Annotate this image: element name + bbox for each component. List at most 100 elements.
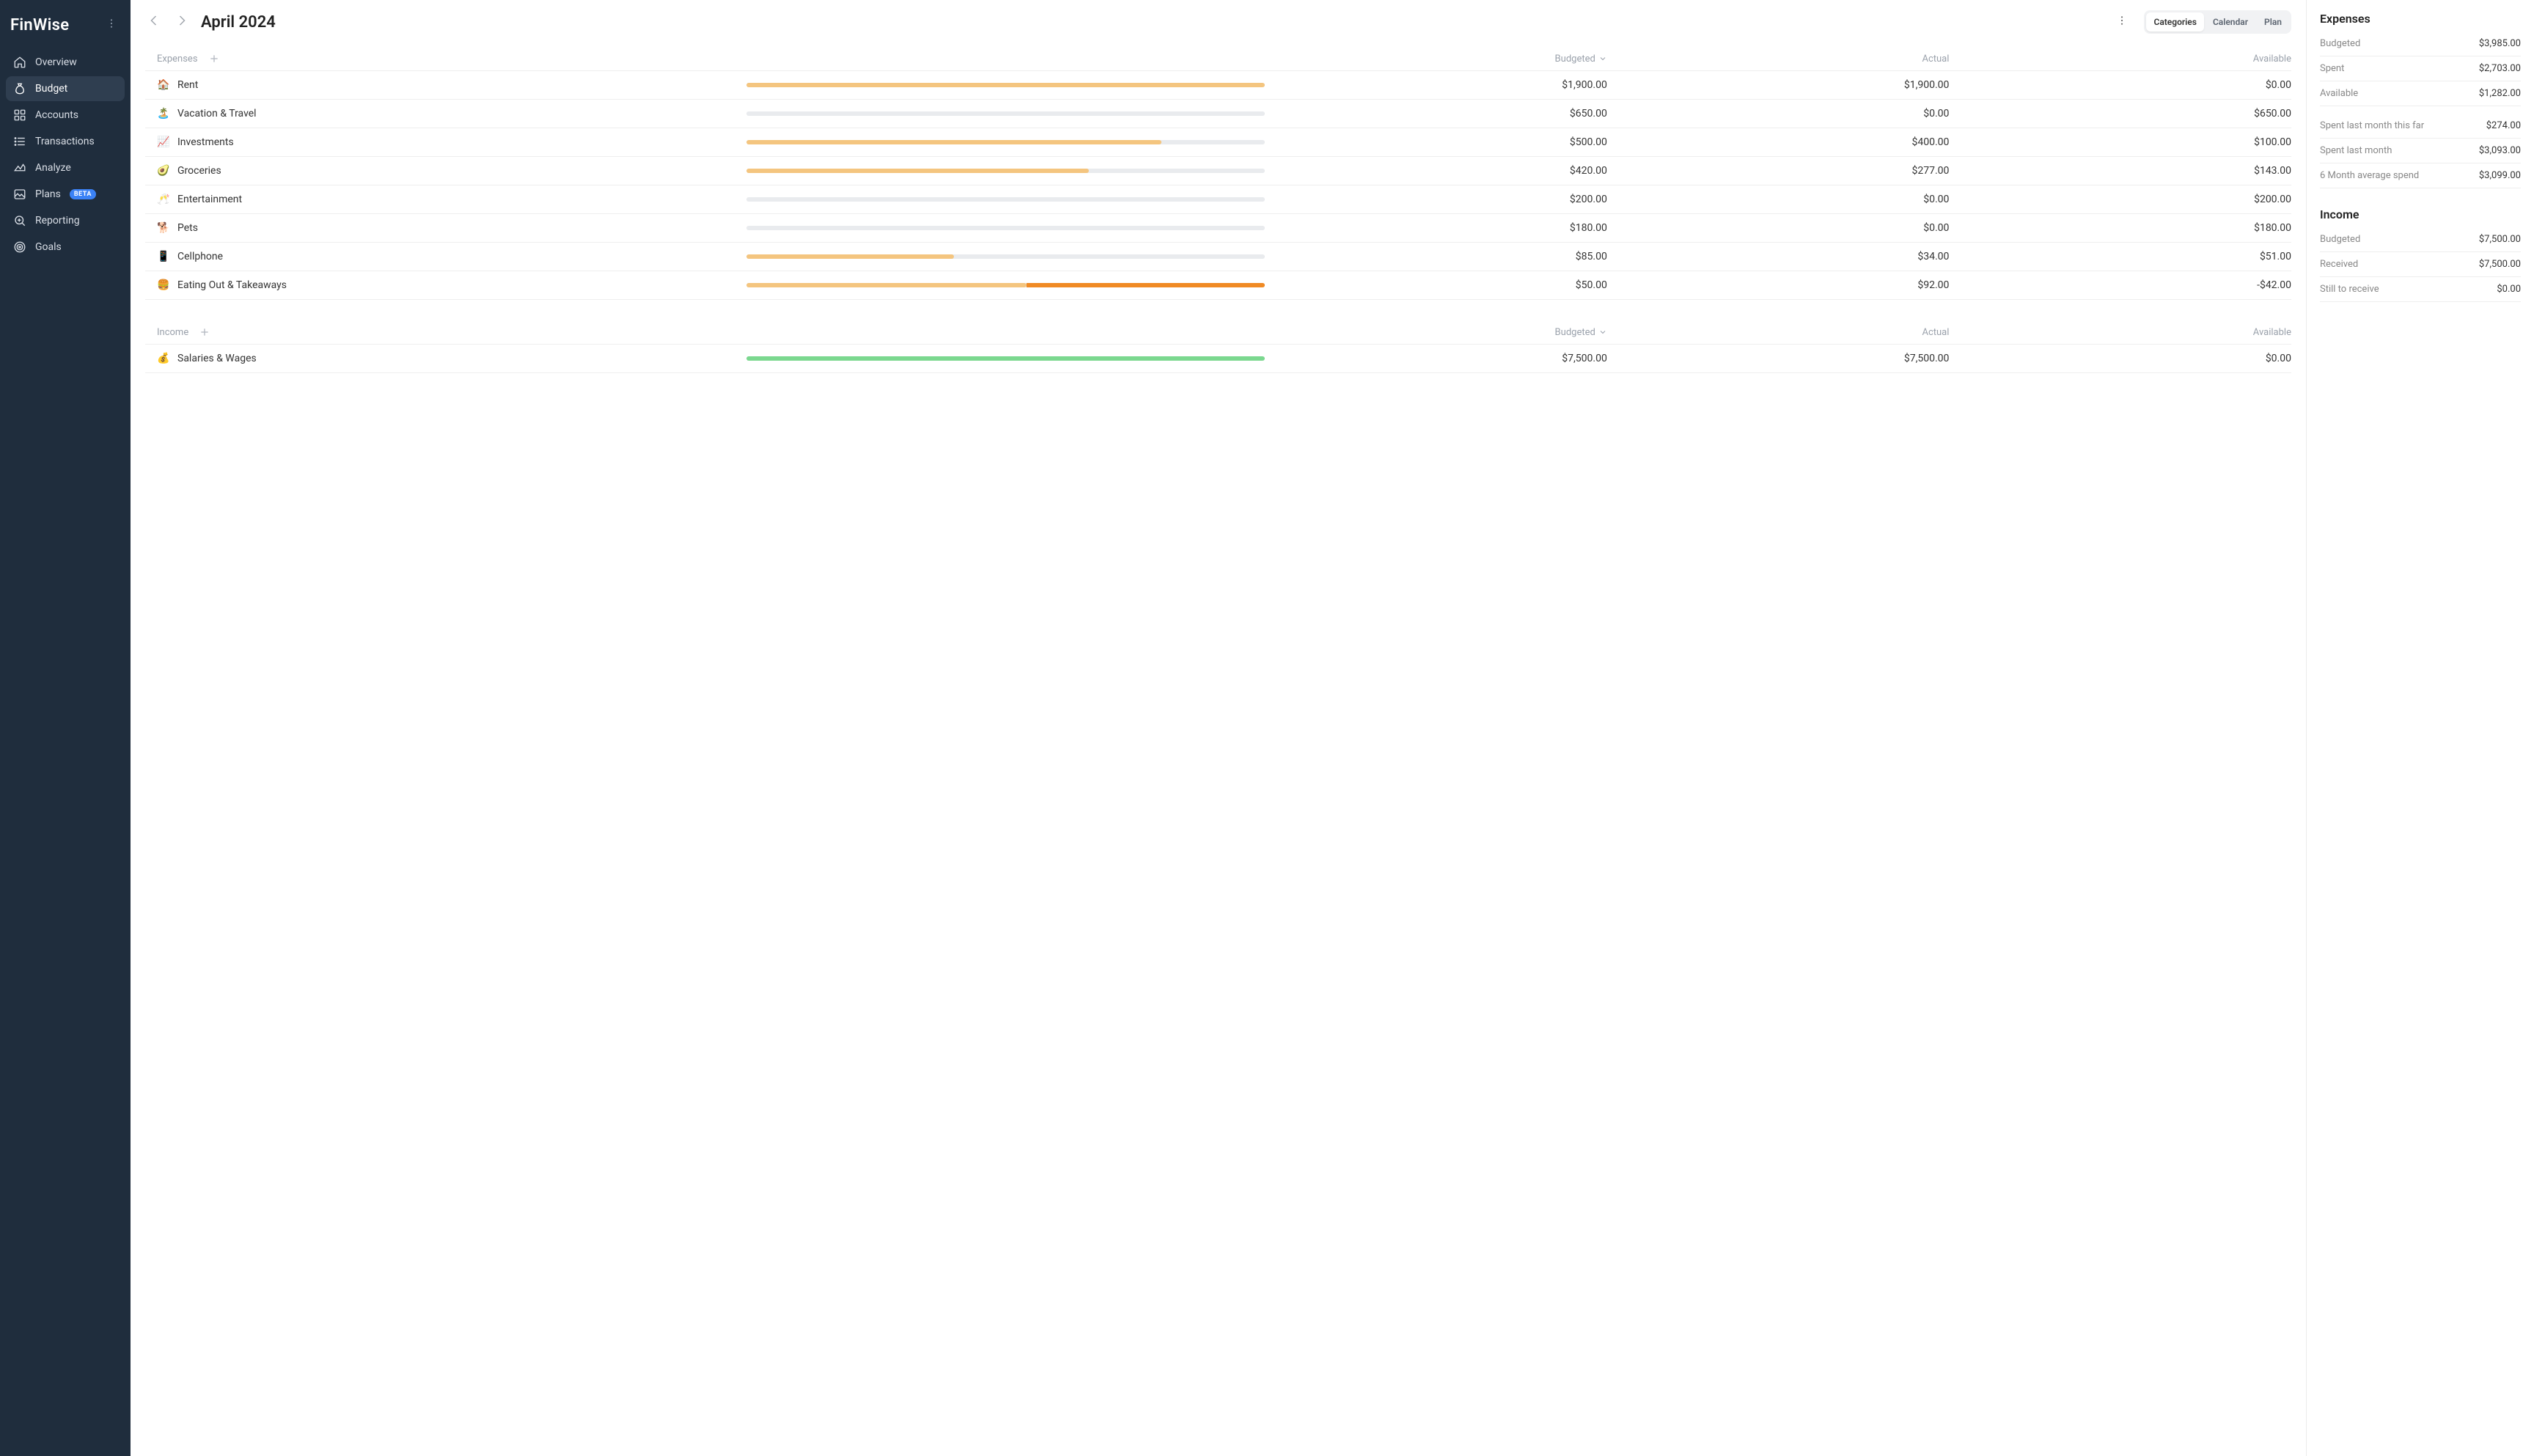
list-icon	[13, 135, 26, 148]
sidebar-item-label: Transactions	[35, 136, 95, 147]
summary-value: $3,093.00	[2479, 145, 2521, 156]
summary-label: Spent last month	[2320, 145, 2392, 156]
cell-actual: $400.00	[1616, 136, 1950, 148]
topbar-more-icon[interactable]	[2112, 10, 2132, 34]
cell-budgeted: $1,900.00	[1274, 79, 1607, 91]
summary-row: Available$1,282.00	[2320, 81, 2521, 106]
category-emoji-icon: 💰	[157, 353, 170, 364]
summary-label: Still to receive	[2320, 284, 2379, 295]
sidebar-item-goals[interactable]: Goals	[6, 235, 125, 260]
summary-value: $7,500.00	[2479, 234, 2521, 245]
summary-label: Available	[2320, 88, 2358, 99]
cell-budgeted: $7,500.00	[1274, 353, 1607, 364]
progress-bar	[746, 283, 1265, 287]
cell-available: $51.00	[1958, 251, 2291, 262]
progress-bar	[746, 140, 1265, 144]
category-row[interactable]: 🥑Groceries$420.00$277.00$143.00	[145, 156, 2291, 185]
summary-row: Spent last month this far$274.00	[2320, 114, 2521, 139]
summary-label: Received	[2320, 259, 2358, 270]
category-label: Investments	[177, 136, 234, 148]
summary-label: Spent	[2320, 63, 2344, 74]
category-row[interactable]: 🥂Entertainment$200.00$0.00$200.00	[145, 185, 2291, 213]
page-title: April 2024	[201, 13, 276, 32]
cell-available: $100.00	[1958, 136, 2291, 148]
sidebar-item-label: Reporting	[35, 215, 80, 227]
sidebar-item-label: Goals	[35, 241, 62, 253]
cell-actual: $7,500.00	[1616, 353, 1950, 364]
progress-bar	[746, 197, 1265, 202]
category-name: 📈Investments	[145, 136, 738, 148]
summary-row: Still to receive $0.00	[2320, 277, 2521, 302]
category-emoji-icon: 🥂	[157, 194, 170, 205]
summary-row: Spent$2,703.00	[2320, 56, 2521, 81]
month-next-button[interactable]	[172, 11, 191, 33]
tab-plan[interactable]: Plan	[2257, 12, 2289, 32]
progress-fill	[746, 283, 1027, 287]
category-label: Vacation & Travel	[177, 108, 257, 120]
category-name: 🥑Groceries	[145, 165, 738, 177]
category-row[interactable]: 📈Investments$500.00$400.00$100.00	[145, 128, 2291, 156]
category-label: Salaries & Wages	[177, 353, 257, 364]
sidebar-item-transactions[interactable]: Transactions	[6, 129, 125, 154]
sidebar: FinWise Overview Budget Accounts Transac…	[0, 0, 131, 1456]
money-bag-icon	[13, 82, 26, 95]
sidebar-more-icon[interactable]	[103, 15, 120, 35]
summary-row: Spent last month $3,093.00	[2320, 139, 2521, 163]
sidebar-item-budget[interactable]: Budget	[6, 76, 125, 101]
progress-bar	[746, 254, 1265, 259]
cell-actual: $34.00	[1616, 251, 1950, 262]
category-name: 🏝️ Vacation & Travel	[145, 108, 738, 120]
cell-available: $143.00	[1958, 165, 2291, 177]
sidebar-item-label: Overview	[35, 56, 77, 68]
sidebar-item-overview[interactable]: Overview	[6, 50, 125, 75]
summary-value: $0.00	[2497, 284, 2521, 295]
category-label: Cellphone	[177, 251, 223, 262]
tab-calendar[interactable]: Calendar	[2206, 12, 2255, 32]
cell-budgeted: $200.00	[1274, 194, 1607, 205]
category-name: 🏠Rent	[145, 79, 738, 91]
section-header-expenses: Expenses Budgeted Actual Available	[145, 43, 2291, 70]
column-header-budgeted[interactable]: Budgeted	[1274, 327, 1607, 338]
summary-row: Budgeted$3,985.00	[2320, 32, 2521, 56]
category-row[interactable]: 📱Cellphone$85.00$34.00$51.00	[145, 242, 2291, 271]
summary-label: 6 Month average spend	[2320, 170, 2419, 181]
category-name: 🐕Pets	[145, 222, 738, 234]
summary-value: $7,500.00	[2479, 259, 2521, 270]
tab-categories[interactable]: Categories	[2146, 12, 2203, 32]
category-name: 💰 Salaries & Wages	[145, 353, 738, 364]
cell-actual: $0.00	[1616, 222, 1950, 234]
category-emoji-icon: 🏝️	[157, 108, 170, 120]
sidebar-item-label: Accounts	[35, 109, 78, 121]
category-row[interactable]: 🍔Eating Out & Takeaways$50.00$92.00-$42.…	[145, 271, 2291, 300]
sidebar-item-plans[interactable]: Plans BETA	[6, 182, 125, 207]
category-row[interactable]: 💰Salaries & Wages$7,500.00$7,500.00$0.00	[145, 344, 2291, 373]
category-row[interactable]: 🐕Pets$180.00$0.00$180.00	[145, 213, 2291, 242]
progress-fill	[746, 254, 954, 259]
sidebar-item-label: Analyze	[35, 162, 71, 174]
progress-fill	[746, 169, 1089, 173]
month-prev-button[interactable]	[145, 11, 164, 33]
brand-logo: FinWise	[10, 16, 69, 34]
category-row[interactable]: 🏠Rent$1,900.00$1,900.00$0.00	[145, 70, 2291, 99]
grid-icon	[13, 109, 26, 122]
beta-badge: BETA	[70, 189, 96, 199]
column-header-available: Available	[1958, 54, 2291, 65]
sidebar-item-reporting[interactable]: Reporting	[6, 208, 125, 233]
progress-bar	[746, 169, 1265, 173]
progress-bar	[746, 111, 1265, 116]
sidebar-item-accounts[interactable]: Accounts	[6, 103, 125, 128]
summary-label: Budgeted	[2320, 38, 2360, 49]
column-header-budgeted[interactable]: Budgeted	[1274, 54, 1607, 65]
summary-label: Spent last month this far	[2320, 120, 2424, 131]
column-header-actual: Actual	[1616, 54, 1950, 65]
add-income-button[interactable]	[199, 326, 210, 338]
category-row[interactable]: 🏝️Vacation & Travel$650.00$0.00$650.00	[145, 99, 2291, 128]
chart-area-icon	[13, 161, 26, 174]
add-expense-button[interactable]	[208, 53, 220, 65]
category-label: Rent	[177, 79, 198, 91]
summary-row: Received $7,500.00	[2320, 252, 2521, 277]
summary-value: $3,099.00	[2479, 170, 2521, 181]
sidebar-item-analyze[interactable]: Analyze	[6, 155, 125, 180]
summary-panel: Expenses Budgeted$3,985.00Spent$2,703.00…	[2307, 0, 2534, 1456]
progress-bar	[746, 83, 1265, 87]
